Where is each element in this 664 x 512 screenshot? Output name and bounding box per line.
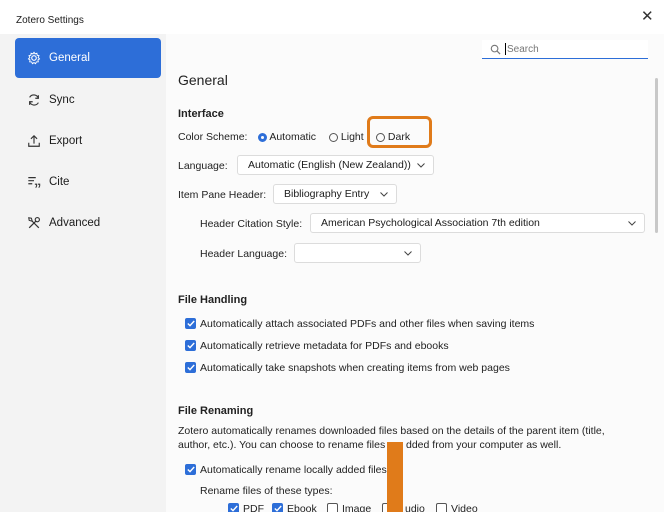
- sidebar-item-label: Export: [49, 135, 83, 147]
- file-renaming-description-line2b: dded from your computer as well.: [406, 439, 562, 451]
- close-icon[interactable]: ✕: [641, 9, 654, 24]
- checkbox-label: Automatically take snapshots when creati…: [200, 362, 510, 374]
- checkbox-label: Video: [451, 503, 478, 512]
- section-file-renaming-heading: File Renaming: [178, 405, 254, 417]
- checkbox-label: Image: [342, 503, 372, 512]
- search-placeholder: Search: [507, 43, 539, 55]
- color-scheme-label: Color Scheme:: [178, 131, 248, 143]
- section-file-handling-heading: File Handling: [178, 294, 248, 306]
- radio-automatic[interactable]: Automatic: [258, 131, 316, 143]
- checkbox-label: Automatically retrieve metadata for PDFs…: [200, 340, 449, 352]
- page-title: General: [178, 72, 228, 88]
- gear-icon: [27, 51, 41, 65]
- checkmark-icon: [186, 364, 195, 371]
- dropdown-value: Bibliography Entry: [284, 188, 370, 200]
- checkbox-label: udio: [405, 503, 425, 512]
- sidebar-item-label: General: [49, 52, 90, 64]
- title-bar: Zotero Settings ✕: [0, 0, 664, 34]
- checkbox-auto-retrieve-metadata[interactable]: [185, 340, 196, 351]
- text-cursor: [505, 43, 506, 55]
- scrollbar[interactable]: [655, 78, 658, 233]
- rename-types-label: Rename files of these types:: [200, 485, 333, 497]
- checkbox-label: Ebook: [287, 503, 317, 512]
- file-renaming-description-line2a: author, etc.). You can choose to rename …: [178, 439, 386, 451]
- search-icon: [490, 44, 501, 55]
- chevron-down-icon: [380, 191, 388, 197]
- checkbox-type-ebook[interactable]: [272, 503, 283, 512]
- header-citation-style-dropdown[interactable]: American Psychological Association 7th e…: [310, 213, 645, 233]
- checkbox-type-video[interactable]: [436, 503, 447, 512]
- radio-indicator: [329, 132, 338, 142]
- checkmark-icon: [186, 320, 195, 327]
- item-pane-header-label: Item Pane Header:: [178, 189, 267, 201]
- checkbox-label: PDF: [243, 503, 264, 512]
- radio-label: Light: [340, 131, 364, 143]
- sidebar-item-export[interactable]: Export: [15, 121, 161, 161]
- header-citation-style-label: Header Citation Style:: [200, 218, 303, 230]
- checkbox-auto-snapshots[interactable]: [185, 362, 196, 373]
- sidebar-item-sync[interactable]: Sync: [15, 80, 161, 120]
- item-pane-header-dropdown[interactable]: Bibliography Entry: [273, 184, 397, 204]
- cite-icon: [28, 177, 41, 188]
- settings-pane: Search General Interface Color Scheme: A…: [166, 34, 664, 512]
- dropdown-value: Automatic (English (New Zealand)): [248, 159, 411, 171]
- checkbox-label: Automatically attach associated PDFs and…: [200, 318, 535, 330]
- annotation-arrow: [387, 442, 403, 512]
- sidebar-item-label: Advanced: [49, 217, 101, 229]
- section-interface-heading: Interface: [178, 108, 224, 120]
- sidebar-item-cite[interactable]: Cite: [15, 162, 161, 202]
- export-icon: [28, 134, 40, 147]
- sidebar-item-general[interactable]: General: [15, 38, 161, 78]
- radio-label: Automatic: [269, 131, 317, 143]
- advanced-icon: [28, 217, 40, 229]
- dropdown-value: American Psychological Association 7th e…: [321, 217, 540, 229]
- sidebar-item-label: Sync: [49, 94, 75, 106]
- checkbox-auto-rename[interactable]: [185, 464, 196, 475]
- checkbox-type-pdf[interactable]: [228, 503, 239, 512]
- checkmark-icon: [186, 466, 195, 473]
- radio-light[interactable]: Light: [329, 131, 364, 143]
- sync-icon: [29, 94, 39, 106]
- highlight-box: [367, 116, 432, 148]
- chevron-down-icon: [417, 162, 425, 168]
- sidebar: General Sync Export Cite Advanced: [0, 34, 166, 512]
- checkmark-icon: [186, 342, 195, 349]
- header-language-label: Header Language:: [200, 248, 287, 260]
- checkbox-type-image[interactable]: [327, 503, 338, 512]
- radio-indicator: [258, 132, 267, 142]
- checkmark-icon: [273, 505, 282, 512]
- window-title: Zotero Settings: [16, 15, 84, 26]
- search-input[interactable]: Search: [482, 40, 648, 59]
- chevron-down-icon: [404, 250, 412, 256]
- sidebar-item-label: Cite: [49, 176, 70, 188]
- checkbox-label: Automatically rename locally added files: [200, 464, 387, 476]
- language-label: Language:: [178, 160, 228, 172]
- file-renaming-description-line1: Zotero automatically renames downloaded …: [178, 425, 605, 437]
- checkmark-icon: [229, 505, 238, 512]
- language-dropdown[interactable]: Automatic (English (New Zealand)): [237, 155, 434, 175]
- checkbox-auto-attach[interactable]: [185, 318, 196, 329]
- chevron-down-icon: [628, 220, 636, 226]
- header-language-dropdown[interactable]: [294, 243, 421, 263]
- sidebar-item-advanced[interactable]: Advanced: [15, 203, 161, 243]
